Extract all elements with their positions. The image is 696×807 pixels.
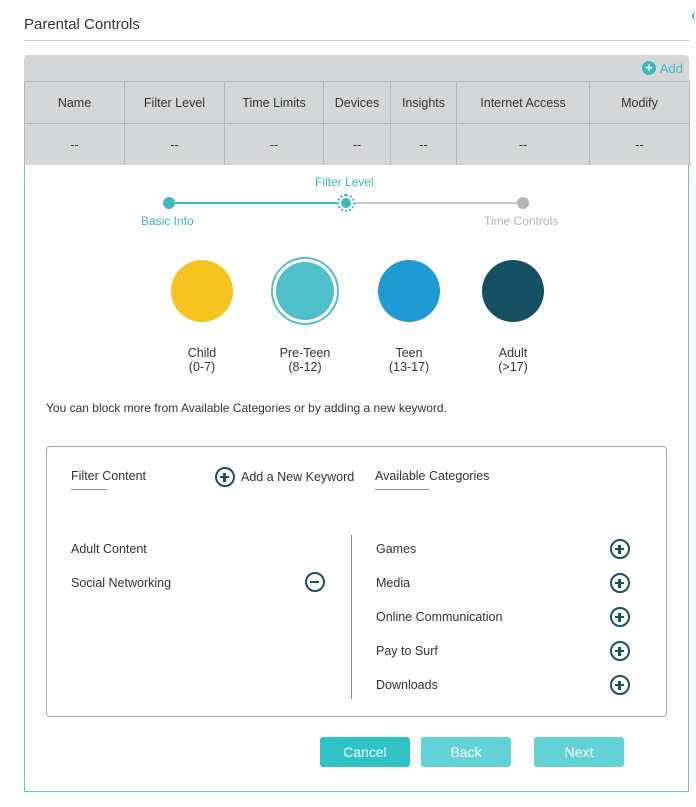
column-divider [351, 535, 352, 699]
level-option-child[interactable]: Child (0-7) [157, 257, 247, 374]
table-cell: -- [224, 123, 324, 166]
add-category-button[interactable] [610, 573, 630, 598]
column-header-name: Name [24, 81, 125, 124]
plus-circle-icon [610, 675, 630, 695]
profiles-table: Name Filter Level Time Limits Devices In… [24, 81, 690, 166]
table-header-row: Name Filter Level Time Limits Devices In… [24, 81, 690, 124]
wizard-stepper: Basic Info Filter Level Time Controls [25, 165, 690, 245]
column-header-insights: Insights [390, 81, 457, 124]
level-circle-pre-teen[interactable] [276, 262, 334, 320]
level-age: (8-12) [288, 360, 322, 374]
level-name: Teen [395, 346, 423, 360]
level-option-adult[interactable]: Adult (>17) [468, 257, 558, 374]
column-header-devices: Devices [323, 81, 391, 124]
edit-profile-panel: Basic Info Filter Level Time Controls Ch… [24, 165, 689, 792]
level-option-teen[interactable]: Teen (13-17) [364, 257, 454, 374]
plus-circle-icon [610, 573, 630, 593]
title-divider [24, 40, 689, 41]
heading-underline [71, 489, 107, 490]
plus-circle-icon [215, 467, 235, 487]
level-name: Child [187, 346, 217, 360]
level-name: Adult [498, 346, 528, 360]
step-label-filter-level: Filter Level [315, 175, 374, 189]
level-age: (0-7) [188, 360, 216, 374]
add-category-button[interactable] [610, 641, 630, 666]
available-categories-label: Available Categories [375, 469, 490, 483]
corner-mark [692, 12, 696, 20]
level-name: Pre-Teen [279, 346, 331, 360]
heading-underline [375, 489, 429, 490]
step-dot-basic-info [163, 197, 175, 209]
plus-circle-icon [610, 641, 630, 661]
blocked-category-item: Social Networking [71, 576, 172, 590]
table-cell: -- [124, 123, 225, 166]
column-header-modify: Modify [589, 81, 690, 124]
available-category-item: Pay to Surf [376, 644, 438, 658]
selected-ring [271, 257, 339, 325]
plus-circle-icon [610, 539, 630, 559]
plus-icon: + [641, 61, 656, 75]
stepper-remaining-line [347, 202, 523, 204]
add-keyword-button[interactable]: Add a New Keyword [215, 467, 354, 487]
filter-hint-text: You can block more from Available Catego… [46, 401, 447, 415]
cancel-button[interactable]: Cancel [320, 737, 410, 767]
table-cell: -- [390, 123, 457, 166]
stepper-progress-line [169, 202, 347, 204]
available-category-item: Downloads [376, 678, 438, 692]
table-row: -- -- -- -- -- -- -- [24, 123, 690, 166]
level-option-pre-teen[interactable]: Pre-Teen (8-12) [260, 257, 350, 374]
blocked-category-item: Adult Content [71, 542, 147, 556]
next-button[interactable]: Next [534, 737, 624, 767]
table-cell: -- [456, 123, 590, 166]
level-age: (>17) [498, 360, 528, 374]
available-category-item: Online Communication [376, 610, 503, 624]
level-age: (13-17) [388, 360, 430, 374]
step-dot-time-controls [517, 197, 529, 209]
available-category-item: Media [376, 576, 411, 590]
table-cell: -- [323, 123, 391, 166]
add-category-button[interactable] [610, 539, 630, 564]
column-header-time-limits: Time Limits [224, 81, 324, 124]
page-title: Parental Controls [24, 16, 140, 33]
table-cell: -- [589, 123, 690, 166]
add-button-label: Add [659, 60, 683, 76]
remove-category-button[interactable] [305, 572, 325, 597]
column-header-internet-access: Internet Access [456, 81, 590, 124]
step-label-time-controls: Time Controls [484, 214, 559, 228]
available-categories-heading: Available Categories [375, 469, 489, 490]
add-button[interactable]: + Add [641, 55, 683, 81]
filter-content-heading: Filter Content [71, 469, 146, 490]
back-button[interactable]: Back [421, 737, 511, 767]
add-category-button[interactable] [610, 675, 630, 700]
add-category-button[interactable] [610, 607, 630, 632]
column-header-filter-level: Filter Level [124, 81, 225, 124]
plus-circle-icon [610, 607, 630, 627]
step-label-basic-info: Basic Info [141, 214, 194, 228]
filter-level-options: Child (0-7) Pre-Teen (8-12) Teen (13-17)… [25, 257, 690, 377]
add-keyword-label: Add a New Keyword [241, 470, 355, 484]
level-circle-teen[interactable] [378, 260, 440, 322]
table-cell: -- [24, 123, 125, 166]
level-circle-child[interactable] [171, 260, 233, 322]
step-dot-filter-level [337, 194, 355, 212]
parental-controls-table: + Add Name Filter Level Time Limits Devi… [24, 55, 690, 166]
filter-content-label: Filter Content [71, 469, 147, 483]
minus-circle-icon [305, 572, 325, 592]
available-category-item: Games [376, 542, 417, 556]
table-toolbar: + Add [24, 55, 689, 81]
filter-content-box: Filter Content Add a New Keyword Availab… [46, 446, 667, 717]
level-circle-adult[interactable] [482, 260, 544, 322]
